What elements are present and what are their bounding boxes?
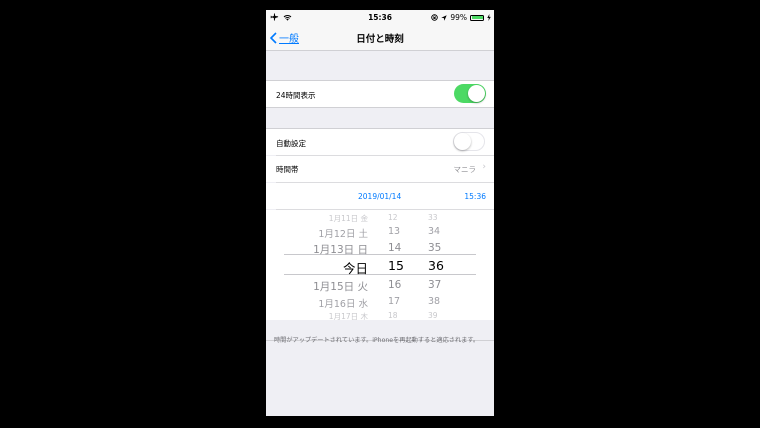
status-bar: 15:36 99% [266,10,494,26]
hour24-label: 24時間表示 [276,91,316,100]
date-time-picker[interactable]: 1月11日 金 12 33 1月12日 土 13 34 1月13日 日 14 35 今日 15 36 1… [266,210,494,320]
picker-minute: 34 [428,226,441,237]
picker-date: 今日 [342,261,368,276]
timezone-value: マニラ [453,165,477,174]
picker-row[interactable]: 1月17日 木 18 39 [266,311,494,320]
picker-row[interactable]: 1月12日 土 13 34 [266,226,494,240]
picker-selection-bottom-line [284,274,476,275]
picker-hour: 14 [388,242,402,254]
page-title: 日付と時刻 [356,34,404,45]
picker-selected-row[interactable]: 今日 15 36 [266,258,494,276]
picker-minute: 35 [428,242,442,254]
picker-date: 1月13日 日 [313,244,368,256]
picker-minute: 33 [428,213,438,222]
picker-minute: 39 [428,311,438,320]
hour24-cell: 24時間表示 [266,81,494,107]
date-time-cell[interactable]: 2019/01/14 15:36 [266,183,494,209]
hour24-toggle[interactable] [454,84,486,103]
lock-rotation-icon [431,14,439,21]
picker-minute: 37 [428,279,442,291]
picker-row[interactable]: 1月13日 日 14 35 [266,242,494,256]
toggle-knob [454,133,471,150]
battery-percent: 99% [450,13,467,22]
nav-bar: 一般 日付と時刻 [266,26,494,51]
picker-minute: 36 [428,258,444,273]
picker-hour: 12 [388,213,398,222]
picker-hour: 17 [388,296,401,307]
footer-note: 時間がアップデートされています。iPhoneを再起動すると適応されます。 [274,337,480,344]
phone-screen: 15:36 99% 一般 日付と時刻 24時間表示 自動設定 時間帯 マニラ ›… [266,10,494,416]
picker-row[interactable]: 1月11日 金 12 33 [266,213,494,227]
charging-icon [487,14,491,21]
time-value[interactable]: 15:36 [464,192,486,201]
picker-date: 1月15日 火 [313,281,368,293]
toggle-knob [468,85,485,102]
picker-date: 1月11日 金 [328,214,368,223]
picker-minute: 38 [428,296,441,307]
picker-date: 1月16日 水 [318,299,368,310]
picker-date: 1月17日 木 [328,312,368,320]
auto-set-label: 自動設定 [276,139,306,148]
auto-set-toggle[interactable] [453,132,485,151]
timezone-cell[interactable]: 時間帯 マニラ › [266,156,494,182]
picker-date: 1月12日 土 [318,229,368,240]
location-icon [441,14,448,21]
battery-icon [470,14,484,21]
picker-row[interactable]: 1月15日 火 16 37 [266,279,494,293]
picker-hour: 16 [388,279,402,291]
picker-hour: 15 [388,258,404,273]
timezone-label: 時間帯 [276,165,299,174]
status-right: 99% [431,13,491,22]
date-value[interactable]: 2019/01/14 [358,192,401,201]
chevron-right-icon: › [482,162,486,172]
picker-hour: 13 [388,226,401,237]
divider [266,107,494,108]
picker-hour: 18 [388,311,398,320]
auto-set-cell: 自動設定 [266,129,494,155]
picker-row[interactable]: 1月16日 水 17 38 [266,296,494,310]
